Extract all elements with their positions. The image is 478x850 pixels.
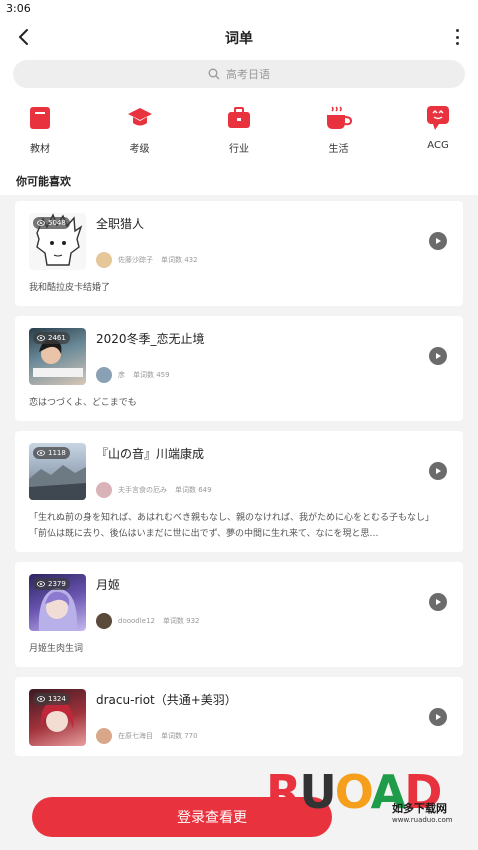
- wordlist-card[interactable]: 1324 dracu-riot（共通+美羽） 在原七海目 单词数 770: [15, 677, 463, 756]
- category-label: 考级: [129, 144, 150, 155]
- wordlist-cover: 2379: [29, 574, 86, 631]
- watermark-logo: RUOAD 如多下载网 www.ruaduo.com: [266, 762, 466, 844]
- category-label: 行业: [229, 144, 249, 155]
- search-bar-container: 高考日语: [0, 58, 478, 98]
- more-options-icon[interactable]: [452, 27, 462, 47]
- search-placeholder: 高考日语: [226, 68, 270, 81]
- textbook-icon: [26, 104, 54, 132]
- wordlist-name: dracu-riot（共通+美羽）: [96, 693, 237, 707]
- play-icon: [436, 238, 441, 244]
- wordlist-name: 全职猎人: [96, 217, 145, 231]
- word-count: 单词数 932: [162, 617, 200, 625]
- wordlist-card[interactable]: 2461 2020冬季_恋无止境 彦 单词数 459 恋はつづくよ、どこまでも: [15, 316, 463, 421]
- word-count: 单词数 459: [133, 371, 170, 379]
- play-button[interactable]: [429, 593, 447, 611]
- eye-icon: [37, 335, 45, 341]
- wordlist-description: 「生れぬ前の身を知れば、あはれむべき親もなし、親のなければ、我がために心をとむる…: [29, 513, 435, 523]
- wordlist-name: 『山の音』川端康成: [96, 447, 205, 461]
- author-name: 在原七海目: [118, 732, 153, 740]
- category-acg[interactable]: ACG: [408, 104, 468, 155]
- view-count: 1118: [48, 449, 66, 457]
- watermark-site-name: 如多下载网: [392, 802, 447, 815]
- play-icon: [436, 599, 441, 605]
- wordlist-name: 月姬: [96, 578, 121, 592]
- category-label: 生活: [328, 144, 349, 155]
- briefcase-icon: [225, 104, 253, 132]
- word-count: 单词数 649: [175, 486, 212, 494]
- coffee-cup-icon: [325, 104, 353, 132]
- view-count-badge: 1324: [33, 693, 70, 705]
- play-icon: [436, 353, 441, 359]
- category-textbook[interactable]: 教材: [10, 104, 70, 155]
- view-count-badge: 2379: [33, 578, 70, 590]
- play-button[interactable]: [429, 347, 447, 365]
- wordlist-card[interactable]: 5048 全职猎人 佐藤沙踪子 单词数 432 我和酷拉皮卡结婚了: [15, 201, 463, 306]
- search-input[interactable]: 高考日语: [13, 60, 465, 88]
- author-avatar: [96, 613, 112, 629]
- wordlist-description: 我和酷拉皮卡结婚了: [29, 283, 111, 293]
- search-icon: [208, 68, 220, 80]
- wordlist-cover: 1324: [29, 689, 86, 746]
- author-avatar: [96, 482, 112, 498]
- graduation-cap-icon: [126, 104, 154, 132]
- eye-icon: [37, 450, 45, 456]
- wordlist-list: 5048 全职猎人 佐藤沙踪子 单词数 432 我和酷拉皮卡结婚了 2461 2…: [0, 201, 478, 756]
- play-icon: [436, 468, 441, 474]
- word-count: 单词数 770: [161, 732, 198, 740]
- word-count: 单词数 432: [161, 256, 198, 264]
- page-title: 词单: [225, 31, 253, 47]
- play-icon: [436, 714, 441, 720]
- top-bar: 词单: [0, 18, 478, 58]
- watermark-url: www.ruaduo.com: [392, 816, 453, 824]
- wordlist-card[interactable]: 1118 『山の音』川端康成 夫手言食の厄み 单词数 649 「生れぬ前の身を知…: [15, 431, 463, 552]
- wordlist-card[interactable]: 2379 月姬 dooodle12 单词数 932 月姬生肉生词: [15, 562, 463, 667]
- category-industry[interactable]: 行业: [209, 104, 269, 155]
- wordlist-description-extra: 「前仏は既に去り、後仏はいまだに世に出でず、夢の中間に生れ来て、なにを現と思…: [29, 529, 379, 539]
- author-avatar: [96, 728, 112, 744]
- view-count: 5048: [48, 219, 66, 227]
- view-count-badge: 2461: [33, 332, 70, 344]
- eye-icon: [37, 581, 45, 587]
- play-button[interactable]: [429, 462, 447, 480]
- view-count: 2379: [48, 580, 66, 588]
- view-count: 2461: [48, 334, 66, 342]
- status-bar: 3:06: [0, 0, 478, 18]
- category-exam[interactable]: 考级: [110, 104, 170, 155]
- play-button[interactable]: [429, 708, 447, 726]
- author-name: dooodle12: [118, 617, 155, 625]
- author-name: 佐藤沙踪子: [118, 256, 153, 264]
- wordlist-description: 月姬生肉生词: [29, 644, 84, 654]
- author-avatar: [96, 252, 112, 268]
- wordlist-cover: 5048: [29, 213, 86, 270]
- wordlist-cover: 2461: [29, 328, 86, 385]
- view-count: 1324: [48, 695, 66, 703]
- category-label: 教材: [30, 144, 50, 155]
- play-button[interactable]: [429, 232, 447, 250]
- eye-icon: [37, 220, 45, 226]
- category-life[interactable]: 生活: [309, 104, 369, 155]
- author-name: 夫手言食の厄み: [118, 486, 167, 494]
- eye-icon: [37, 696, 45, 702]
- wordlist-cover: 1118: [29, 443, 86, 500]
- wordlist-name: 2020冬季_恋无止境: [96, 332, 205, 346]
- back-arrow-icon[interactable]: [14, 26, 36, 48]
- author-avatar: [96, 367, 112, 383]
- category-bar: 教材 考级 行业 生活 ACG: [0, 98, 478, 165]
- chat-face-icon: [424, 104, 452, 132]
- author-name: 彦: [118, 371, 125, 379]
- view-count-badge: 1118: [33, 447, 70, 459]
- view-count-badge: 5048: [33, 217, 70, 229]
- wordlist-description: 恋はつづくよ、どこまでも: [29, 398, 137, 408]
- status-time: 3:06: [6, 2, 31, 15]
- section-title: 你可能喜欢: [0, 165, 478, 195]
- category-label: ACG: [427, 140, 449, 151]
